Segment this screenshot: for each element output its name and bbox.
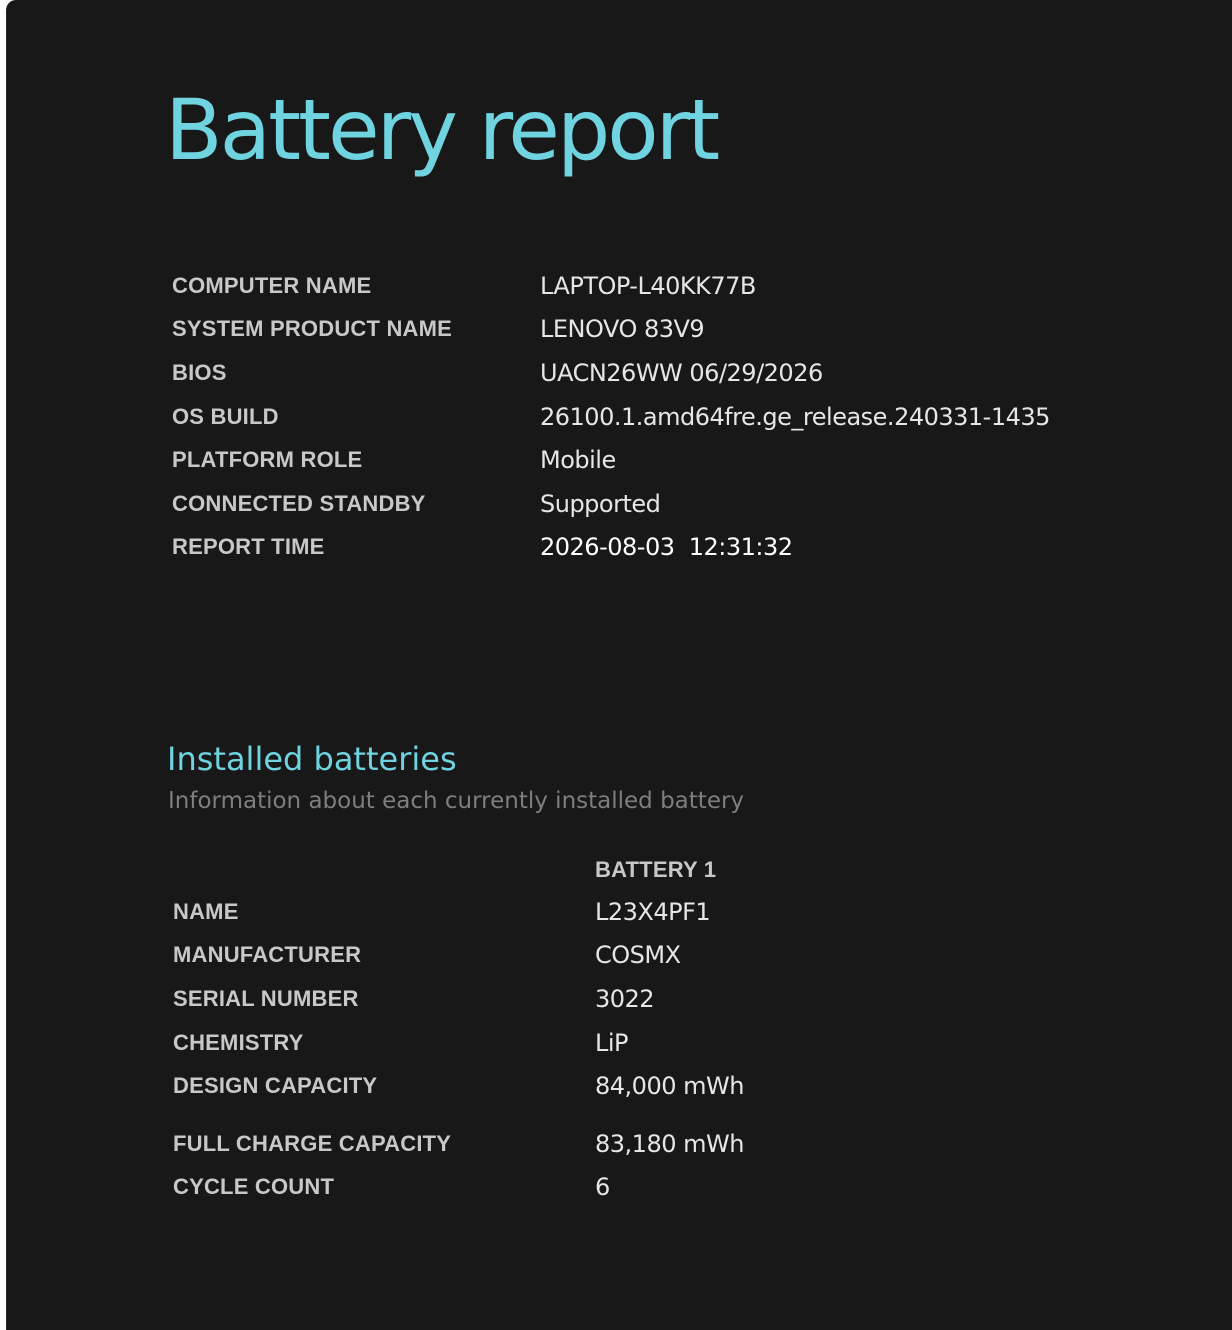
platform-role-value: Mobile [540, 446, 616, 475]
battery-info-row: NAME L23X4PF1 [173, 890, 1017, 934]
battery-info-row: DESIGN CAPACITY 84,000 mWh [173, 1064, 1017, 1108]
os-build-value: 26100.1.amd64fre.ge_release.240331-1435 [540, 402, 1050, 431]
full-charge-capacity-label: FULL CHARGE CAPACITY [173, 1130, 452, 1156]
cycle-count-label: CYCLE COUNT [173, 1174, 335, 1200]
row-spacer-cell [173, 1108, 595, 1122]
os-build-label: OS BUILD [172, 403, 279, 429]
system-info-row: PLATFORM ROLE Mobile [172, 438, 1050, 482]
serial-number-value: 3022 [595, 984, 655, 1013]
installed-batteries-subtitle: Information about each currently install… [168, 788, 745, 814]
full-charge-capacity-value: 83,180 mWh [595, 1129, 744, 1158]
computer-name-value: LAPTOP-L40KK77B [540, 271, 756, 300]
report-time-value: 2026-08-03 12:31:32 [540, 526, 1050, 570]
connected-standby-label: CONNECTED STANDBY [172, 490, 426, 516]
battery-info-row: SERIAL NUMBER 3022 [173, 977, 1017, 1021]
manufacturer-label: MANUFACTURER [173, 942, 362, 968]
serial-number-label: SERIAL NUMBER [173, 985, 359, 1011]
chemistry-label: CHEMISTRY [173, 1029, 304, 1055]
battery-info-row: CYCLE COUNT 6 [173, 1166, 1017, 1210]
installed-batteries-title: Installed batteries [167, 740, 457, 778]
battery-header-spacer [173, 850, 595, 890]
system-info-row: CONNECTED STANDBY Supported [172, 482, 1050, 526]
system-info-row: COMPUTER NAME LAPTOP-L40KK77B [172, 264, 1050, 308]
computer-name-label: COMPUTER NAME [172, 272, 372, 298]
battery-info-row: MANUFACTURER COSMX [173, 934, 1017, 978]
row-spacer-cell [595, 1108, 1017, 1122]
system-info-row: REPORT TIME 2026-08-03 12:31:32 [172, 526, 1050, 570]
system-info-row: SYSTEM PRODUCT NAME LENOVO 83V9 [172, 308, 1050, 352]
system-product-name-label: SYSTEM PRODUCT NAME [172, 316, 453, 342]
bios-label: BIOS [172, 359, 227, 385]
row-spacer [173, 1108, 1017, 1122]
battery-name-label: NAME [173, 898, 239, 924]
battery-info-table: BATTERY 1 NAME L23X4PF1 MANUFACTURER COS… [173, 850, 1017, 1209]
design-capacity-label: DESIGN CAPACITY [173, 1073, 378, 1099]
battery-name-value: L23X4PF1 [595, 897, 711, 926]
system-info-row: BIOS UACN26WW 06/29/2026 [172, 351, 1050, 395]
page-title: Battery report [165, 81, 720, 179]
bios-value: UACN26WW 06/29/2026 [540, 358, 823, 387]
chemistry-value: LiP [595, 1028, 629, 1057]
report-time-text: 2026-08-03 12:31:32 [540, 533, 793, 562]
connected-standby-value: Supported [540, 489, 661, 518]
system-info-row: OS BUILD 26100.1.amd64fre.ge_release.240… [172, 395, 1050, 439]
cycle-count-value: 6 [595, 1173, 610, 1202]
battery-column-header: BATTERY 1 [595, 857, 717, 882]
design-capacity-value: 84,000 mWh [595, 1072, 744, 1101]
system-product-name-value: LENOVO 83V9 [540, 315, 705, 344]
system-info-table: COMPUTER NAME LAPTOP-L40KK77B SYSTEM PRO… [172, 264, 1050, 569]
manufacturer-value: COSMX [595, 941, 681, 970]
battery-info-row: FULL CHARGE CAPACITY 83,180 mWh [173, 1122, 1017, 1166]
platform-role-label: PLATFORM ROLE [172, 447, 363, 473]
battery-header-row: BATTERY 1 [173, 850, 1017, 890]
report-window: Battery report COMPUTER NAME LAPTOP-L40K… [6, 0, 1232, 1330]
battery-info-row: CHEMISTRY LiP [173, 1021, 1017, 1065]
report-time-label: REPORT TIME [172, 534, 325, 560]
